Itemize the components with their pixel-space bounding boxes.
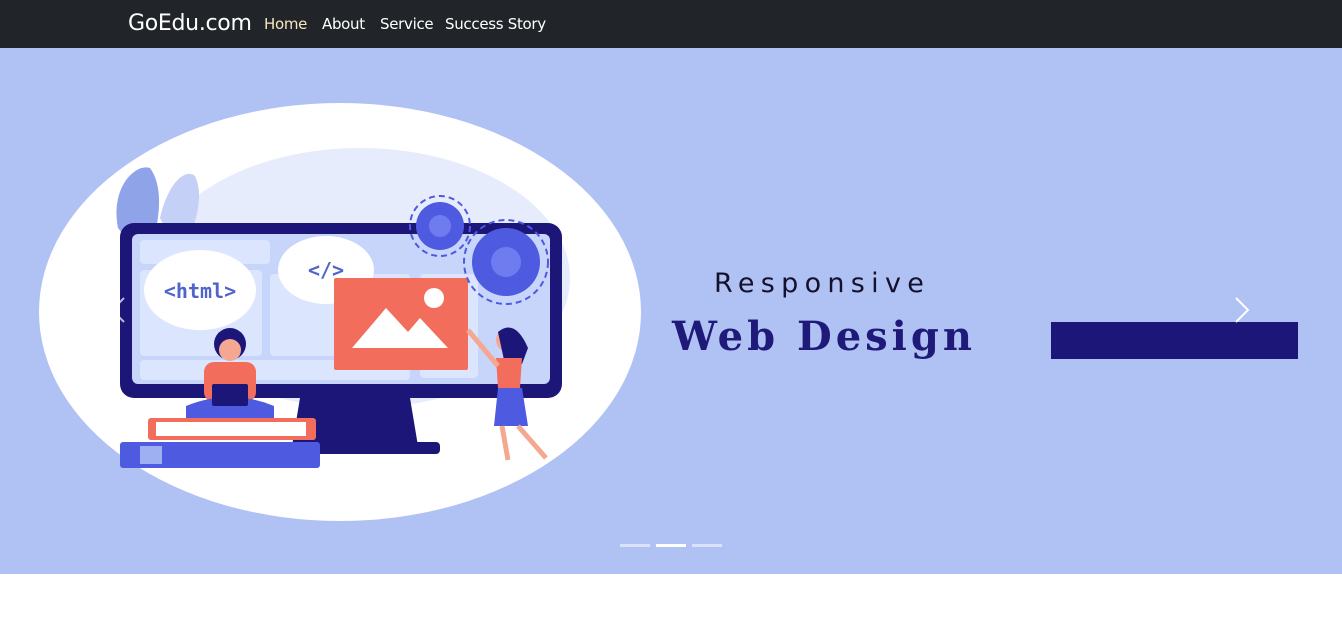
carousel-indicator-1[interactable]: [620, 544, 650, 547]
carousel-indicator-3[interactable]: [692, 544, 722, 547]
chevron-right-icon: [1235, 297, 1250, 323]
headline-web-design: Web Design: [672, 313, 976, 360]
chevron-left-icon: [110, 297, 125, 323]
carousel-prev-button[interactable]: [98, 284, 138, 336]
brand-logo-link[interactable]: GoEdu.com: [128, 10, 252, 38]
nav-link-service[interactable]: Service: [380, 14, 434, 34]
hero-carousel: <html> </> Responsive Web Design: [0, 48, 1342, 574]
nav-link-home[interactable]: Home: [264, 14, 307, 34]
headline-responsive: Responsive: [714, 268, 931, 299]
nav-link-success-story[interactable]: Success Story: [445, 14, 546, 34]
carousel-next-button[interactable]: [1222, 284, 1262, 336]
nav-link-about[interactable]: About: [322, 14, 365, 34]
carousel-indicator-2[interactable]: [656, 544, 686, 547]
top-navbar: GoEdu.com Home About Service Success Sto…: [0, 0, 1342, 48]
html-tag-label: <html>: [164, 279, 236, 303]
